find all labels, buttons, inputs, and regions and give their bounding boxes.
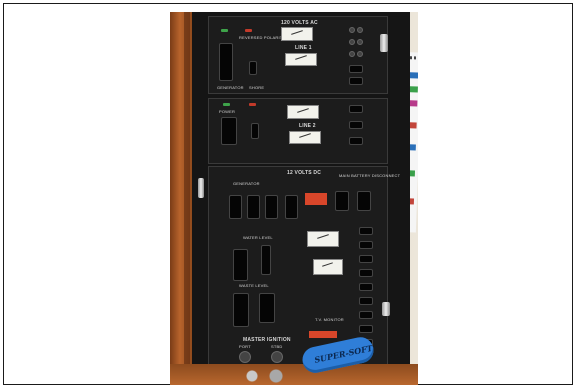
breaker-panel: 120 VOLTS AC REVERSED POLARITY LINE 1 GE… [180, 12, 410, 372]
key-float-text: SUPER-SOFT [313, 342, 374, 365]
dc-rocker-3[interactable] [265, 195, 278, 219]
power-led [223, 103, 230, 106]
waste-gauge [313, 259, 343, 275]
ac-line1-plate: 120 VOLTS AC REVERSED POLARITY LINE 1 GE… [208, 16, 388, 94]
breaker-switch[interactable] [349, 77, 363, 85]
shore-label: SHORE [249, 85, 265, 90]
dc-rocker-4[interactable] [285, 195, 298, 219]
door-hinge-top [380, 34, 388, 52]
ac-amp-meter-1 [285, 53, 317, 66]
battery-switch-2[interactable] [357, 191, 371, 211]
breaker-switch[interactable] [349, 137, 363, 145]
breaker-switch[interactable] [349, 65, 363, 73]
wood-shadow [184, 12, 190, 385]
power-breaker[interactable] [221, 117, 237, 145]
battery-switch-1[interactable] [335, 191, 349, 211]
dc-generator-label: GENERATOR [233, 181, 260, 186]
dc-plate: 12 VOLTS DC MAIN BATTERY DISCONNECT GENE… [208, 166, 400, 366]
ac-line2-plate: POWER LINE 2 [208, 98, 388, 164]
ac-title: 120 VOLTS AC [281, 20, 318, 26]
ignition-warning [309, 331, 337, 338]
dc-title: 12 VOLTS DC [287, 170, 322, 176]
shore-switch-2[interactable] [251, 123, 259, 139]
breaker-switch[interactable] [359, 297, 373, 305]
breaker-switch[interactable] [359, 269, 373, 277]
dc-rocker-2[interactable] [247, 195, 260, 219]
ac-volt-meter-1 [281, 27, 313, 41]
breaker-dot[interactable] [349, 27, 355, 33]
generator-led [221, 29, 228, 32]
power-label: POWER [219, 109, 236, 114]
breaker-dot[interactable] [349, 39, 355, 45]
keys [240, 367, 300, 385]
shore-switch[interactable] [249, 61, 257, 75]
breaker-switch[interactable] [349, 105, 363, 113]
waste-level-label: WASTE LEVEL [239, 283, 269, 288]
line2-label: LINE 2 [299, 123, 316, 129]
reversed-polarity-label: REVERSED POLARITY [239, 35, 286, 40]
waste-switch-1[interactable] [233, 293, 249, 327]
cabinet-latch [198, 178, 204, 198]
generator-label: GENERATOR [217, 85, 244, 90]
breaker-switch[interactable] [359, 255, 373, 263]
line1-label: LINE 1 [295, 45, 312, 51]
electrical-panel-photo: 120 VOLTS AC REVERSED POLARITY LINE 1 GE… [170, 12, 418, 385]
port-ignition-key[interactable] [239, 351, 251, 363]
breaker-switch[interactable] [359, 241, 373, 249]
water-pump-switch[interactable] [233, 249, 248, 281]
ac-amp-meter-2 [289, 131, 321, 144]
water-tank-switch[interactable] [261, 245, 271, 275]
tv-monitor-label: T.V. MONITOR [315, 317, 344, 322]
reversed-polarity-led-2 [249, 103, 256, 106]
door-hinge-bottom [382, 302, 390, 316]
main-battery-label: MAIN BATTERY DISCONNECT [339, 173, 401, 178]
water-gauge [307, 231, 339, 247]
stbd-ignition-key[interactable] [271, 351, 283, 363]
waste-switch-2[interactable] [259, 293, 275, 323]
breaker-switch[interactable] [349, 121, 363, 129]
warning-label [305, 193, 327, 205]
port-label: PORT [239, 344, 251, 349]
breaker-dot[interactable] [357, 39, 363, 45]
breaker-switch[interactable] [359, 227, 373, 235]
generator-breaker[interactable] [219, 43, 233, 81]
master-ignition-label: MASTER IGNITION [243, 337, 291, 343]
reversed-polarity-led [245, 29, 252, 32]
breaker-switch[interactable] [359, 311, 373, 319]
breaker-dot[interactable] [357, 27, 363, 33]
breaker-switch[interactable] [359, 325, 373, 333]
breaker-dot[interactable] [357, 51, 363, 57]
water-level-label: WATER LEVEL [243, 235, 273, 240]
dc-rocker-1[interactable] [229, 195, 242, 219]
ac-volt-meter-2 [287, 105, 319, 119]
breaker-dot[interactable] [349, 51, 355, 57]
breaker-switch[interactable] [359, 283, 373, 291]
stbd-label: STBD [271, 344, 283, 349]
